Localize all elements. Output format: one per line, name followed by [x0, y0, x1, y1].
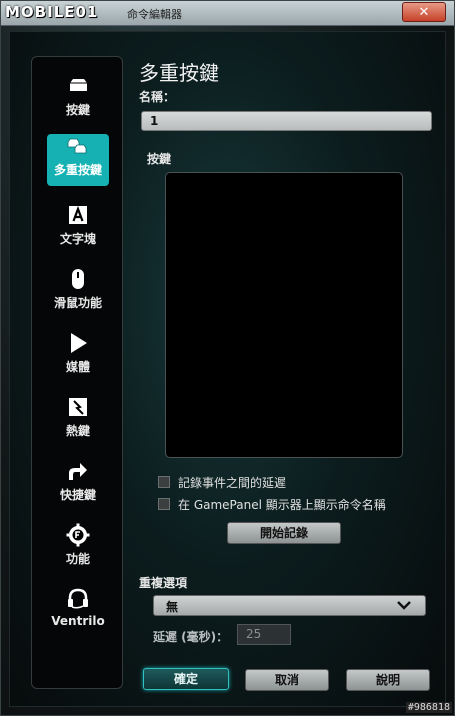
- watermark: #986818: [405, 702, 452, 713]
- function-gear-icon: [66, 523, 90, 547]
- sidebar-item-text-block[interactable]: 文字塊: [46, 203, 110, 255]
- recorded-keys-list[interactable]: [165, 172, 403, 458]
- key-icon: [70, 79, 87, 91]
- sidebar-item-label: 多重按鍵: [53, 163, 102, 177]
- chevron-down-icon: [397, 601, 411, 610]
- multi-key-icon: [67, 138, 87, 154]
- sidebar-item-label: 按鍵: [65, 103, 90, 117]
- mobile01-logo: MOBILE01: [5, 3, 99, 21]
- name-label: 名稱：: [139, 90, 176, 104]
- record-delay-label: 記錄事件之間的延遲: [178, 476, 287, 490]
- sidebar-item-key[interactable]: 按鍵: [46, 74, 110, 126]
- window-title: 命令編輯器: [127, 8, 182, 21]
- sidebar-item-function[interactable]: 功能: [46, 523, 110, 575]
- sidebar-item-label: 文字塊: [59, 232, 96, 246]
- sidebar-item-ventrilo[interactable]: Ventrilo: [46, 587, 110, 639]
- sidebar-item-shortcut[interactable]: 快捷鍵: [46, 459, 110, 511]
- name-input[interactable]: 1: [141, 111, 432, 131]
- keys-label: 按鍵: [147, 152, 172, 166]
- shortcut-arrow-icon: [69, 463, 87, 480]
- sidebar-item-multi-key[interactable]: 多重按鍵: [47, 134, 109, 186]
- ok-button[interactable]: 確定: [143, 668, 229, 690]
- mouse-icon: [72, 269, 84, 289]
- play-icon: [71, 333, 87, 353]
- page-title: 多重按鍵: [139, 61, 219, 85]
- text-block-icon: [69, 205, 87, 224]
- sidebar-item-mouse[interactable]: 滑鼠功能: [46, 267, 110, 319]
- hotkey-icon: [69, 398, 87, 416]
- command-editor-window: MOBILE01 命令編輯器 ✕ 按鍵 多重按鍵 文字塊 滑鼠功能 媒體 熱鍵 …: [0, 0, 455, 716]
- close-button[interactable]: ✕: [402, 2, 446, 22]
- sidebar-item-label: 滑鼠功能: [53, 296, 102, 310]
- sidebar-item-label: 媒體: [65, 360, 90, 374]
- delay-ms-input[interactable]: 25: [237, 624, 291, 645]
- sidebar-item-label: 熱鍵: [65, 424, 90, 438]
- cancel-button[interactable]: 取消: [245, 669, 329, 691]
- sidebar-item-hotkey[interactable]: 熱鍵: [46, 395, 110, 447]
- start-recording-button[interactable]: 開始記錄: [227, 522, 341, 544]
- title-bar[interactable]: MOBILE01 命令編輯器 ✕: [1, 1, 454, 26]
- sidebar-item-label: Ventrilo: [51, 614, 105, 628]
- show-on-gamepanel-label: 在 GamePanel 顯示器上顯示命令名稱: [178, 498, 386, 512]
- repeat-options-label: 重複選項: [139, 576, 188, 590]
- record-delay-checkbox[interactable]: [158, 476, 170, 488]
- sidebar-item-media[interactable]: 媒體: [46, 331, 110, 383]
- headset-icon: [68, 588, 88, 609]
- show-on-gamepanel-checkbox[interactable]: [158, 498, 170, 510]
- command-type-sidebar: 按鍵 多重按鍵 文字塊 滑鼠功能 媒體 熱鍵 快捷鍵 功能 Ventrilo: [31, 56, 123, 689]
- sidebar-item-label: 快捷鍵: [59, 488, 96, 502]
- help-button[interactable]: 說明: [346, 669, 430, 691]
- sidebar-item-label: 功能: [65, 552, 90, 566]
- repeat-options-select[interactable]: 無: [153, 595, 426, 616]
- repeat-options-value: 無: [166, 600, 179, 614]
- delay-label: 延遲 (毫秒)：: [153, 630, 229, 644]
